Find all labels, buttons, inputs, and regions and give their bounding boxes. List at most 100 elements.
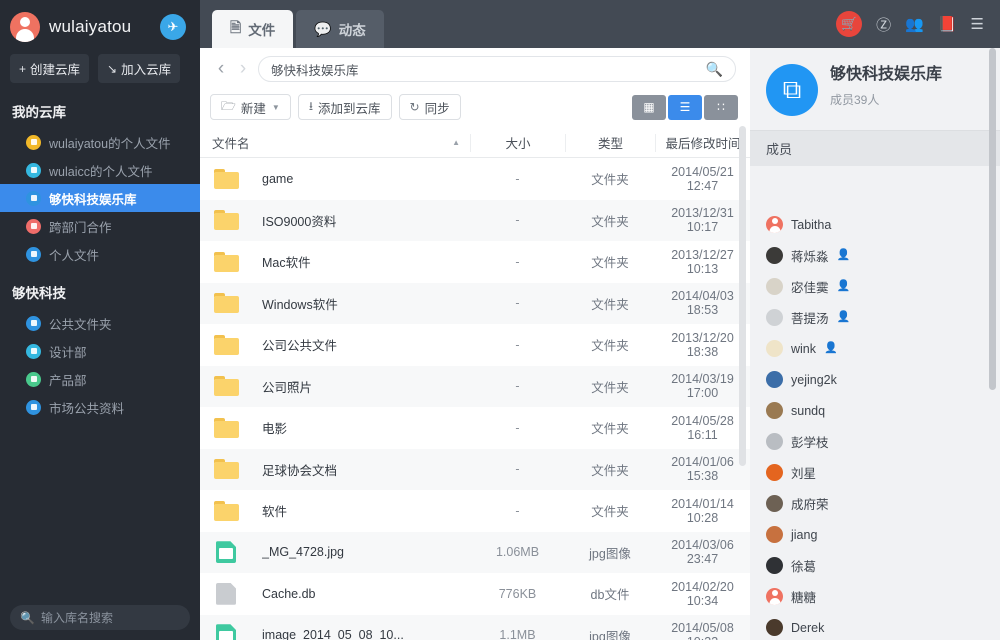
rocket-icon[interactable]: ✈ (160, 14, 186, 40)
library-search-container: 🔍 (0, 597, 200, 640)
library-dot-icon (26, 372, 41, 387)
file-name-cell: 公司照片 (200, 375, 470, 397)
column-header-type[interactable]: 类型 (565, 134, 655, 152)
table-row[interactable]: game-文件夹2014/05/21 12:47 (200, 158, 750, 200)
table-row[interactable]: Mac软件-文件夹2013/12/27 10:13 (200, 241, 750, 283)
list-item[interactable]: yejing2k (750, 364, 1000, 395)
file-name-cell: Windows软件 (200, 292, 470, 314)
member-list: Tabitha蒋烁淼👤宓佳霙👤菩提汤👤wink👤 yejing2k sundq彭学枝… (750, 205, 1000, 640)
column-header-size[interactable]: 大小 (470, 134, 565, 152)
file-name-cell: 足球协会文档 (200, 458, 470, 480)
member-name: yejing2k (791, 373, 837, 387)
avatar[interactable] (10, 12, 40, 42)
file-name: Cache.db (262, 587, 316, 601)
file-type: 文件夹 (565, 460, 655, 479)
library-dot-icon (26, 135, 41, 150)
create-library-button[interactable]: + 创建云库 (10, 54, 89, 83)
table-row[interactable]: image_2014_05_08_10...1.1MBjpg图像2014/05/… (200, 615, 750, 640)
sidebar-item-7[interactable]: 产品部 (0, 365, 200, 393)
tab-activity[interactable]: 💬 动态 (296, 10, 383, 48)
new-button-label: 新建 (241, 98, 266, 117)
file-size: - (470, 213, 565, 227)
sidebar-item-6[interactable]: 设计部 (0, 337, 200, 365)
new-button[interactable]: 🗁 新建 ▼ (210, 94, 291, 120)
sidebar-item-1[interactable]: wulaicc的个人文件 (0, 156, 200, 184)
sidebar-item-4[interactable]: 个人文件 (0, 240, 200, 268)
list-item[interactable]: jiang (750, 519, 1000, 550)
sidebar-item-0[interactable]: wulaiyatou的个人文件 (0, 128, 200, 156)
sidebar-item-2[interactable]: 够快科技娱乐库 (0, 184, 200, 212)
file-date: 2013/12/20 18:38 (655, 331, 750, 359)
chevron-down-icon: ▼ (272, 103, 280, 112)
table-row[interactable]: 电影-文件夹2014/05/28 16:11 (200, 407, 750, 449)
avatar (766, 464, 783, 481)
app-window: wulaiyatou ✈ + 创建云库 ↘ 加入云库 我的云库 wulaiyat… (0, 0, 1000, 640)
file-type: 文件夹 (565, 211, 655, 230)
list-item[interactable]: wink👤 (750, 333, 1000, 364)
sidebar-item-8[interactable]: 市场公共资料 (0, 393, 200, 421)
search-icon[interactable]: 🔍 (706, 61, 723, 78)
table-row[interactable]: _MG_4728.jpg1.06MBjpg图像2014/03/06 23:47 (200, 532, 750, 574)
table-row[interactable]: Cache.db776KBdb文件2014/02/20 10:34 (200, 573, 750, 615)
menu-list-icon[interactable]: ☰ (971, 15, 984, 33)
list-item[interactable]: 蒋烁淼👤 (750, 240, 1000, 271)
list-item[interactable]: Tabitha (750, 209, 1000, 240)
search-input[interactable] (41, 611, 180, 625)
list-item[interactable]: 刘星 (750, 457, 1000, 488)
avatar (766, 309, 783, 326)
list-item[interactable]: 菩提汤👤 (750, 302, 1000, 333)
sidebar-item-label: 够快科技娱乐库 (49, 189, 137, 208)
table-row[interactable]: Windows软件-文件夹2014/04/03 18:53 (200, 283, 750, 325)
library-search-box[interactable]: 🔍 (10, 605, 190, 630)
right-panel-scrollbar[interactable] (989, 48, 996, 390)
list-item[interactable]: 徐葛 (750, 550, 1000, 581)
file-size: - (470, 296, 565, 310)
folder-icon (214, 417, 240, 439)
back-button[interactable]: ‹ (210, 58, 232, 80)
coin-transfer-icon[interactable]: Ⓩ (876, 14, 891, 35)
table-row[interactable]: 公司照片-文件夹2014/03/19 17:00 (200, 366, 750, 408)
library-dot-icon (26, 400, 41, 415)
left-sidebar: wulaiyatou ✈ + 创建云库 ↘ 加入云库 我的云库 wulaiyat… (0, 0, 200, 640)
avatar (766, 433, 783, 450)
sidebar-user-header: wulaiyatou ✈ (0, 0, 200, 50)
forward-button[interactable]: › (232, 58, 254, 80)
sidebar-item-3[interactable]: 跨部门合作 (0, 212, 200, 240)
file-list-scrollbar[interactable] (739, 126, 746, 466)
table-row[interactable]: 足球协会文档-文件夹2014/01/06 15:38 (200, 449, 750, 491)
cart-icon[interactable]: 🛒 (836, 11, 862, 37)
breadcrumb[interactable]: 够快科技娱乐库 🔍 (258, 56, 736, 82)
library-info: 够快科技娱乐库 成员39人 (830, 64, 942, 116)
list-item[interactable]: 宓佳霙👤 (750, 271, 1000, 302)
file-date: 2013/12/27 10:13 (655, 248, 750, 276)
sidebar-item-5[interactable]: 公共文件夹 (0, 309, 200, 337)
list-item[interactable]: 糖糖 (750, 581, 1000, 612)
file-type: 文件夹 (565, 169, 655, 188)
list-view-button[interactable]: ☰ (668, 95, 702, 120)
sync-button[interactable]: ↻ 同步 (399, 94, 461, 120)
table-row[interactable]: 公司公共文件-文件夹2013/12/20 18:38 (200, 324, 750, 366)
grid-view-button[interactable]: ∷ (704, 95, 738, 120)
list-item[interactable]: 彭学枝 (750, 426, 1000, 457)
table-row[interactable]: 软件-文件夹2014/01/14 10:28 (200, 490, 750, 532)
add-to-library-button[interactable]: ⭳ 添加到云库 (298, 94, 392, 120)
people-icon[interactable]: 👥 (905, 15, 924, 33)
table-row[interactable]: ISO9000资料-文件夹2013/12/31 10:17 (200, 200, 750, 242)
member-name: jiang (791, 528, 817, 542)
file-size: - (470, 421, 565, 435)
list-item[interactable]: sundq (750, 395, 1000, 426)
tab-files[interactable]: 🗎 文件 (212, 10, 293, 48)
file-size: - (470, 338, 565, 352)
list-item[interactable]: 成府荣 (750, 488, 1000, 519)
join-library-button[interactable]: ↘ 加入云库 (98, 54, 180, 83)
calendar-view-button[interactable]: ▦ (632, 95, 666, 120)
navigation-row: ‹ › 够快科技娱乐库 🔍 (200, 48, 750, 86)
avatar (766, 402, 783, 419)
book-icon[interactable]: 📕 (938, 15, 957, 33)
file-list: game-文件夹2014/05/21 12:47ISO9000资料-文件夹201… (200, 158, 750, 640)
main-content: 🗎 文件 💬 动态 ‹ › 够快科技娱乐库 🔍 🗁 新建 ▼ ⭳ (200, 0, 750, 640)
column-header-date[interactable]: 最后修改时间 (655, 134, 750, 152)
column-header-name[interactable]: 文件名 ▲ (200, 133, 470, 152)
library-dot-icon (26, 191, 41, 206)
list-item[interactable]: Derek (750, 612, 1000, 640)
